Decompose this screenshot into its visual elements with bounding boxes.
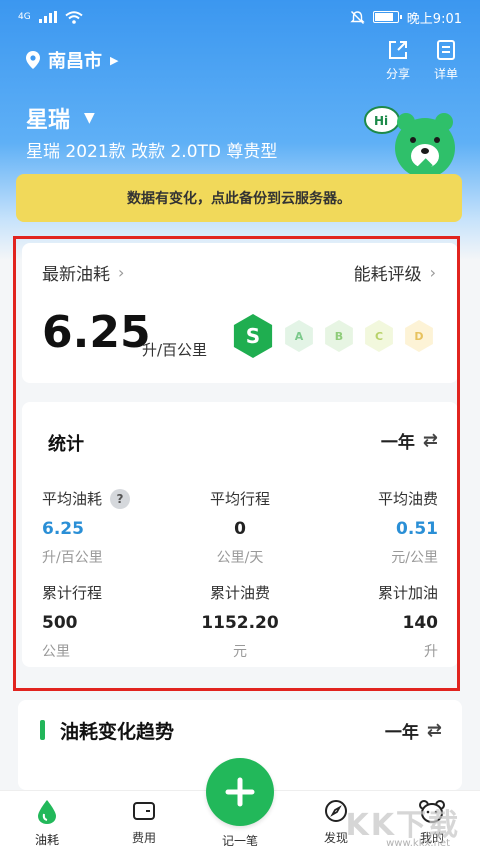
latest-fuel-value: 6.25: [42, 307, 151, 358]
stat-value: 140: [402, 613, 439, 633]
stat-total-distance: 累计行程 500 公里: [42, 582, 182, 661]
trend-title: 油耗变化趋势: [60, 721, 175, 743]
plus-icon: [225, 777, 255, 807]
tab-label: 发现: [323, 831, 348, 845]
tab-fuel[interactable]: 油耗: [12, 799, 82, 848]
battery-icon: [372, 11, 402, 23]
stat-value: 1152.20: [201, 613, 279, 633]
share-button[interactable]: 分享: [386, 39, 410, 82]
stat-unit: 升/百公里: [42, 550, 103, 566]
grade-letter: S: [245, 324, 261, 348]
trend-period-toggle[interactable]: 一年 ⇄: [385, 718, 442, 743]
energy-grade-list: SABCD: [230, 313, 436, 359]
stat-label: 平均行程: [209, 490, 270, 508]
stats-period-toggle[interactable]: 一年 ⇄: [381, 428, 438, 453]
help-icon[interactable]: ?: [110, 488, 131, 509]
tab-label: 油耗: [34, 833, 59, 847]
grade-c-badge: C: [362, 319, 396, 353]
chevron-right-icon: ›: [118, 263, 125, 282]
stat-unit: 公里/天: [216, 550, 264, 566]
stat-avg-fuel: 平均油耗 ? 6.25 升/百公里: [42, 488, 182, 567]
stat-label: 累计油费: [209, 584, 270, 602]
share-label: 分享: [385, 66, 410, 81]
grade-b-badge: B: [322, 319, 356, 353]
status-bar: 4G 晚上9:01: [0, 0, 480, 34]
tab-expense[interactable]: 费用: [109, 799, 179, 846]
car-selector[interactable]: 星瑞 ▼: [26, 102, 95, 134]
stat-label: 累计行程: [42, 584, 103, 602]
caret-right-icon: ▶: [110, 53, 119, 67]
stat-value: 0: [234, 519, 246, 539]
stat-total-refuel: 累计加油 140 升: [298, 582, 438, 661]
add-record-label: 记一笔: [221, 834, 258, 848]
latest-fuel-label: 最新油耗: [42, 265, 110, 285]
wifi-icon: [65, 10, 83, 24]
caret-down-icon: ▼: [84, 110, 95, 126]
city-selector[interactable]: 南昌市 ▶: [26, 47, 118, 73]
stat-unit: 公里: [42, 644, 70, 660]
share-icon: [388, 40, 407, 59]
stat-value: 500: [42, 613, 78, 633]
top-bar: 南昌市 ▶ 分享 详单: [0, 34, 480, 86]
trend-period-label: 一年: [384, 723, 419, 743]
stat-label: 平均油耗: [42, 490, 103, 508]
network-indicator: 4G: [18, 11, 31, 22]
energy-rating-link[interactable]: 能耗评级 ›: [354, 260, 436, 285]
section-accent-bar: [40, 720, 45, 740]
swap-icon: ⇄: [422, 430, 438, 451]
swap-icon: ⇄: [426, 720, 442, 741]
stat-avg-cost: 平均油费 0.51 元/公里: [298, 488, 438, 567]
stat-unit: 元: [233, 644, 247, 660]
tab-label: 费用: [131, 831, 156, 845]
grade-letter: B: [334, 329, 344, 343]
stat-avg-distance: 平均行程 0 公里/天: [170, 488, 310, 567]
grade-letter: C: [374, 329, 384, 343]
stat-label: 平均油费: [377, 490, 438, 508]
add-record-button[interactable]: [206, 758, 274, 826]
droplet-icon: [38, 800, 56, 824]
stats-card: 统计 一年 ⇄ 平均油耗 ? 6.25 升/百公里 平均行程 0 公里/天 平均…: [22, 402, 458, 667]
compass-icon: [325, 800, 347, 822]
backup-notice-banner[interactable]: 数据有变化，点此备份到云服务器。: [16, 174, 462, 222]
stats-period-label: 一年: [380, 433, 415, 453]
grade-s-badge: S: [230, 313, 276, 359]
stat-unit: 元/公里: [391, 550, 438, 566]
wallet-icon: [133, 802, 155, 820]
signal-icon: [38, 11, 57, 23]
stat-value: 0.51: [396, 519, 438, 539]
latest-fuel-unit: 升/百公里: [142, 341, 208, 359]
grade-a-badge: A: [282, 319, 316, 353]
fuel-consumption-card: 最新油耗 › 能耗评级 › 6.25 升/百公里 S A B C D: [22, 243, 458, 383]
stat-total-cost: 累计油费 1152.20 元: [170, 582, 310, 661]
grade-d-badge: D: [402, 319, 436, 353]
city-name: 南昌市: [48, 51, 102, 72]
notice-text: 数据有变化，点此备份到云服务器。: [127, 191, 351, 207]
grade-letter: A: [294, 329, 304, 343]
location-pin-icon: [26, 51, 40, 69]
stat-label: 累计加油: [377, 584, 438, 602]
stat-value: 6.25: [42, 519, 84, 539]
document-icon: [436, 39, 455, 60]
mute-bell-icon: [350, 10, 365, 24]
detail-label: 详单: [433, 66, 458, 81]
latest-fuel-link[interactable]: 最新油耗 ›: [42, 260, 124, 285]
grade-letter: D: [414, 329, 424, 343]
stats-title: 统计: [48, 434, 84, 455]
chevron-right-icon: ›: [429, 263, 436, 282]
energy-rating-label: 能耗评级: [353, 265, 422, 285]
watermark-url: www.kkx.net: [386, 838, 450, 849]
mascot-bubble-text: Hi: [374, 114, 388, 128]
car-name: 星瑞: [26, 108, 71, 133]
clock: 晚上9:01: [406, 11, 462, 27]
car-model: 星瑞 2021款 改款 2.0TD 尊贵型: [26, 142, 278, 162]
stat-unit: 升: [424, 644, 438, 660]
detail-button[interactable]: 详单: [434, 39, 458, 82]
